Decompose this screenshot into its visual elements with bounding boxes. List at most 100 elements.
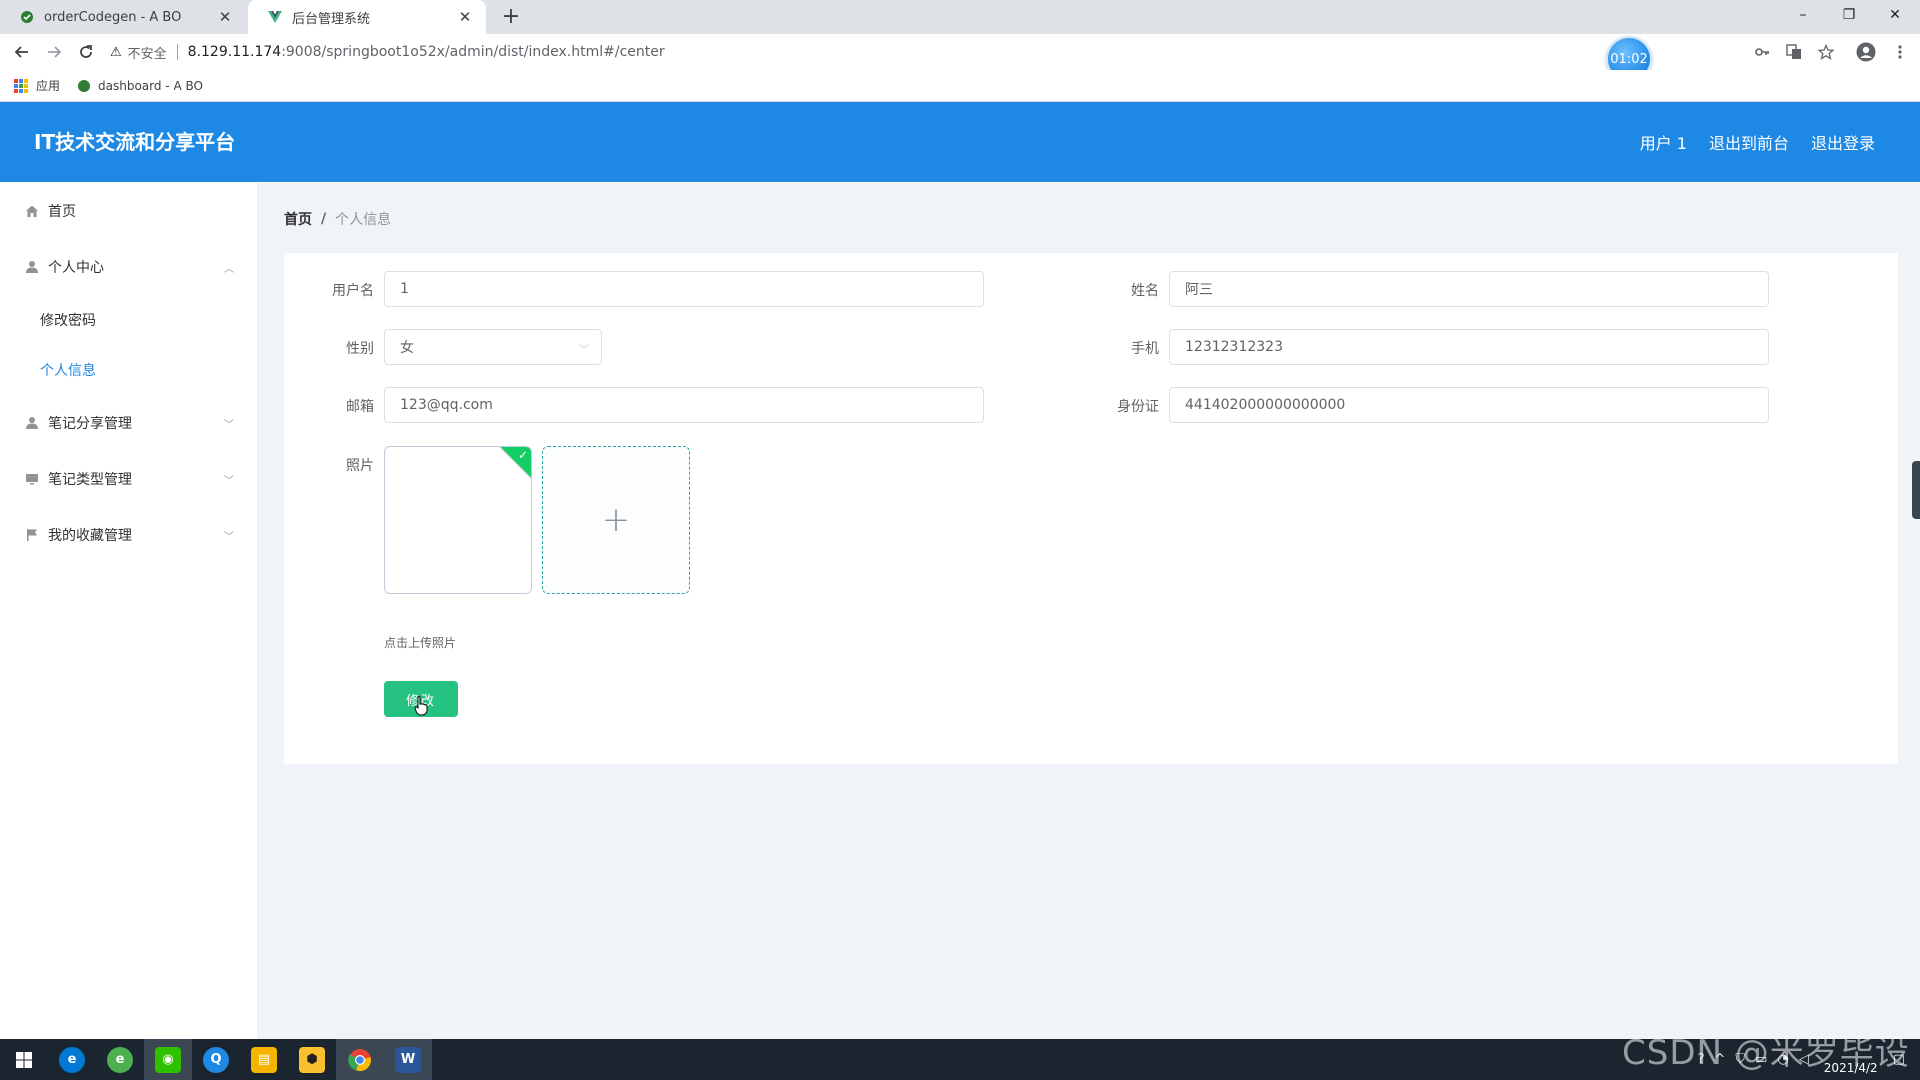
tab-title: 后台管理系统 — [292, 11, 371, 27]
profile-form-card: 用户名 1 姓名 阿三 性别 女 ﹀ 手机 12312312323 邮箱 123… — [284, 253, 1898, 764]
sidebar-subitem-label: 个人信息 — [40, 363, 96, 379]
browser-tab-ordercodegen[interactable]: orderCodegen - A BO ✕ — [0, 0, 246, 34]
user-icon — [24, 259, 40, 275]
bookmark-dashboard[interactable]: dashboard - A BO — [78, 79, 203, 93]
forward-icon[interactable] — [42, 40, 66, 64]
url-host: 8.129.11.174 — [187, 44, 282, 60]
sidebar-item-home[interactable]: 首页 — [0, 183, 258, 239]
file-manager-icon[interactable]: ▤ — [240, 1039, 288, 1080]
bookmarks-bar: 应用 dashboard - A BO — [0, 70, 1920, 102]
sidebar-item-note-share[interactable]: 笔记分享管理 ﹀ — [0, 395, 258, 451]
close-tab-icon[interactable]: ✕ — [456, 8, 474, 26]
profile-avatar-icon[interactable] — [1854, 40, 1878, 64]
favicon-icon — [78, 79, 91, 92]
bookmark-label: 应用 — [36, 79, 61, 93]
user-icon — [24, 415, 40, 431]
name-label: 姓名 — [1131, 283, 1159, 299]
logout-link[interactable]: 退出登录 — [1811, 130, 1875, 154]
name-field[interactable]: 阿三 — [1169, 271, 1769, 307]
mouse-cursor-icon — [414, 696, 428, 716]
main-content: 首页 / 个人信息 用户名 1 姓名 阿三 性别 女 ﹀ 手机 12312312… — [258, 183, 1920, 1039]
edge-browser-icon[interactable]: e — [48, 1039, 96, 1080]
vue-logo-icon — [268, 10, 282, 24]
breadcrumb-separator: / — [321, 211, 327, 227]
close-window-button[interactable]: ✕ — [1872, 0, 1918, 30]
word-icon[interactable]: W — [384, 1039, 432, 1080]
chevron-down-icon: ﹀ — [224, 475, 234, 487]
id-card-field[interactable]: 441402000000000000 — [1169, 387, 1769, 423]
green-app-icon[interactable]: e — [96, 1039, 144, 1080]
sidebar-item-label: 笔记分享管理 — [48, 416, 132, 432]
sidebar-item-note-type[interactable]: 笔记类型管理 ﹀ — [0, 451, 258, 507]
chevron-down-icon: ﹀ — [579, 345, 589, 356]
uploaded-photo-thumbnail[interactable]: ✓ — [384, 446, 532, 594]
tab-title: orderCodegen - A BO — [44, 9, 182, 25]
app-header: IT技术交流和分享平台 用户 1 退出到前台 退出登录 — [0, 102, 1920, 182]
gender-select[interactable]: 女 ﹀ — [384, 329, 602, 365]
more-menu-icon[interactable] — [1888, 40, 1912, 64]
sidebar-item-label: 个人中心 — [48, 260, 104, 276]
id-card-label: 身份证 — [1117, 399, 1159, 415]
warning-icon: ⚠ — [110, 44, 122, 60]
new-tab-button[interactable]: + — [498, 4, 524, 30]
flag-icon — [24, 527, 40, 543]
chevron-up-icon: ︿ — [224, 263, 234, 275]
browser-tab-bar: orderCodegen - A BO ✕ 后台管理系统 ✕ + – ❐ ✕ — [0, 0, 1920, 34]
address-bar[interactable]: ⚠ 不安全 8.129.11.174 :9008/springboot1o52x… — [110, 39, 1770, 65]
sidebar-item-my-favorites[interactable]: 我的收藏管理 ﹀ — [0, 507, 258, 563]
close-tab-icon[interactable]: ✕ — [216, 8, 234, 26]
apps-grid-icon — [14, 78, 28, 93]
wechat-icon[interactable]: ◉ — [144, 1039, 192, 1080]
back-icon[interactable] — [10, 40, 34, 64]
exit-to-front-link[interactable]: 退出到前台 — [1709, 130, 1789, 154]
email-field[interactable]: 123@qq.com — [384, 387, 984, 423]
breadcrumb-current: 个人信息 — [335, 212, 392, 228]
gender-value: 女 — [400, 340, 414, 356]
breadcrumb: 首页 / 个人信息 — [284, 209, 391, 229]
chevron-down-icon: ﹀ — [224, 531, 234, 543]
bookmark-star-icon[interactable] — [1814, 40, 1838, 64]
maximize-button[interactable]: ❐ — [1826, 0, 1872, 30]
upload-tip: 点击上传照片 — [384, 636, 457, 650]
windows-start-button[interactable] — [0, 1039, 48, 1080]
key-icon[interactable] — [1750, 40, 1774, 64]
home-icon — [24, 203, 40, 219]
insecure-label: 不安全 — [127, 46, 167, 62]
sidebar-item-label: 首页 — [48, 204, 76, 220]
translate-icon[interactable] — [1782, 40, 1806, 64]
url-path: :9008/springboot1o52x/admin/dist/index.h… — [281, 44, 665, 60]
email-label: 邮箱 — [346, 399, 374, 415]
address-divider — [176, 44, 178, 60]
favicon-icon — [20, 10, 34, 24]
reload-icon[interactable] — [74, 40, 98, 64]
sidebar-subitem-personal-info[interactable]: 个人信息 — [0, 345, 258, 395]
sidebar: 首页 个人中心 ︿ 修改密码 个人信息 笔记分享管理 ﹀ 笔记类型管理 ﹀ 我的… — [0, 183, 258, 1039]
csdn-watermark: CSDN @米罗毕设 — [1622, 1033, 1910, 1073]
sidebar-item-personal-center[interactable]: 个人中心 ︿ — [0, 239, 258, 295]
gender-label: 性别 — [346, 341, 374, 357]
chrome-icon[interactable] — [336, 1039, 384, 1080]
sidebar-subitem-label: 修改密码 — [40, 313, 96, 329]
phone-field[interactable]: 12312312323 — [1169, 329, 1769, 365]
yellow-app-icon[interactable]: ⬢ — [288, 1039, 336, 1080]
current-user: 用户 1 — [1639, 134, 1687, 153]
username-field[interactable]: 1 — [384, 271, 984, 307]
breadcrumb-home[interactable]: 首页 — [284, 209, 312, 229]
plus-icon: + — [601, 500, 631, 540]
site-title: IT技术交流和分享平台 — [34, 130, 236, 154]
monitor-icon — [24, 471, 40, 487]
sidebar-item-label: 笔记类型管理 — [48, 472, 132, 488]
side-scroll-handle[interactable] — [1912, 461, 1920, 519]
bookmark-label: dashboard - A BO — [98, 78, 203, 93]
search-app-icon[interactable]: Q — [192, 1039, 240, 1080]
sidebar-item-label: 我的收藏管理 — [48, 528, 132, 544]
bookmark-apps[interactable]: 应用 — [14, 77, 60, 94]
username-label: 用户名 — [332, 283, 374, 299]
photo-upload-button[interactable]: + — [542, 446, 690, 594]
photo-label: 照片 — [346, 458, 374, 474]
phone-label: 手机 — [1131, 341, 1159, 357]
browser-tab-admin[interactable]: 后台管理系统 ✕ — [248, 0, 486, 34]
minimize-button[interactable]: – — [1780, 0, 1826, 30]
sidebar-subitem-change-password[interactable]: 修改密码 — [0, 295, 258, 345]
check-icon: ✓ — [517, 448, 528, 462]
